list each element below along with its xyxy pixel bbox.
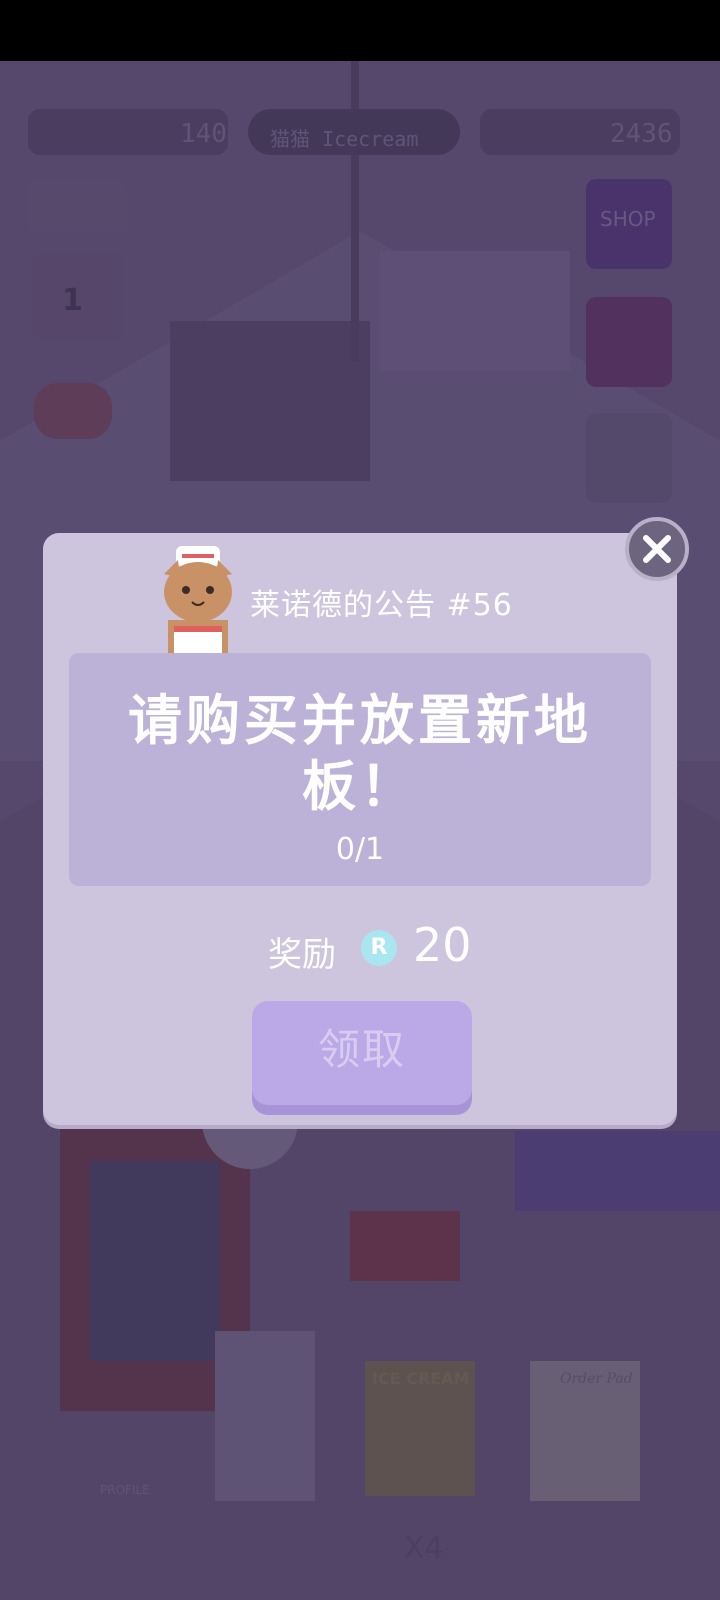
reward-label: 奖励: [268, 935, 336, 975]
task-line-1: 请购买并放置新地: [128, 689, 592, 752]
dialog-title: 莱诺德的公告 #56: [250, 588, 513, 623]
status-bar: [0, 0, 720, 61]
reward-value: 20: [413, 918, 472, 972]
task-line-2: 板！: [302, 755, 418, 818]
cat-chef-avatar: [160, 546, 236, 654]
close-icon: [643, 535, 671, 563]
task-progress: 0/1: [335, 832, 385, 867]
claim-button-label: 领取: [317, 1025, 406, 1074]
close-button[interactable]: [625, 517, 689, 581]
reward-currency-icon: R: [361, 930, 397, 966]
task-description: 请购买并放置新地 板！: [69, 688, 651, 820]
cat-chef-icon: [164, 546, 232, 654]
